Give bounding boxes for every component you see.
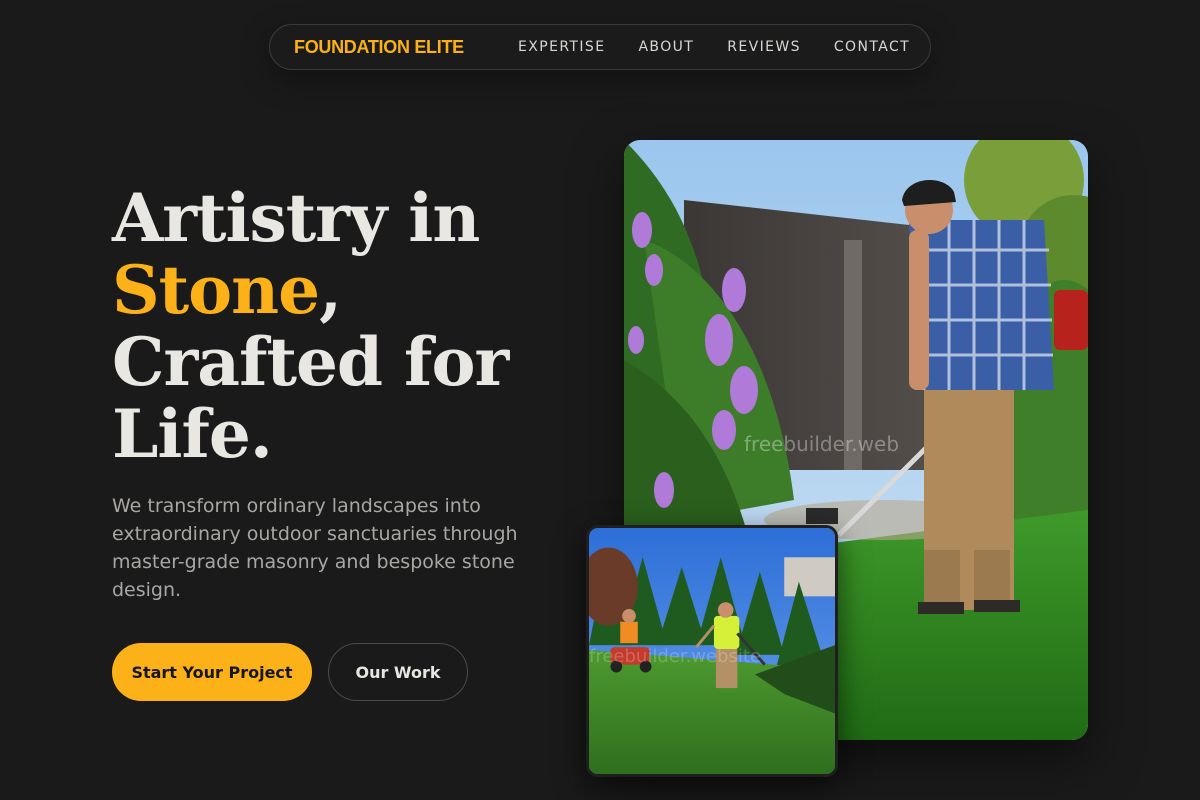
- headline-line-3: Crafted for: [112, 323, 509, 401]
- page: FOUNDATION ELITE EXPERTISE ABOUT REVIEWS…: [0, 0, 1200, 800]
- hero-headline: Artistry in Stone, Crafted for Life.: [112, 182, 572, 470]
- nav-link-contact[interactable]: CONTACT: [834, 39, 910, 55]
- our-work-button[interactable]: Our Work: [328, 643, 468, 701]
- top-nav: FOUNDATION ELITE EXPERTISE ABOUT REVIEWS…: [269, 24, 931, 70]
- brand-logo[interactable]: FOUNDATION ELITE: [294, 37, 464, 58]
- nav-link-about[interactable]: ABOUT: [638, 39, 694, 55]
- headline-line-4: Life.: [112, 395, 273, 473]
- nav-link-reviews[interactable]: REVIEWS: [727, 39, 801, 55]
- yard-crew-illustration: [589, 528, 835, 774]
- headline-line-1: Artistry in: [112, 179, 480, 257]
- headline-accent: Stone: [112, 251, 320, 329]
- nav-link-expertise[interactable]: EXPERTISE: [518, 39, 605, 55]
- start-project-button[interactable]: Start Your Project: [112, 643, 312, 701]
- nav-links: EXPERTISE ABOUT REVIEWS CONTACT: [518, 39, 910, 55]
- hero-description: We transform ordinary landscapes into ex…: [112, 495, 518, 601]
- hero-photo-secondary: freebuilder.website: [586, 525, 838, 777]
- headline-comma: ,: [319, 251, 342, 329]
